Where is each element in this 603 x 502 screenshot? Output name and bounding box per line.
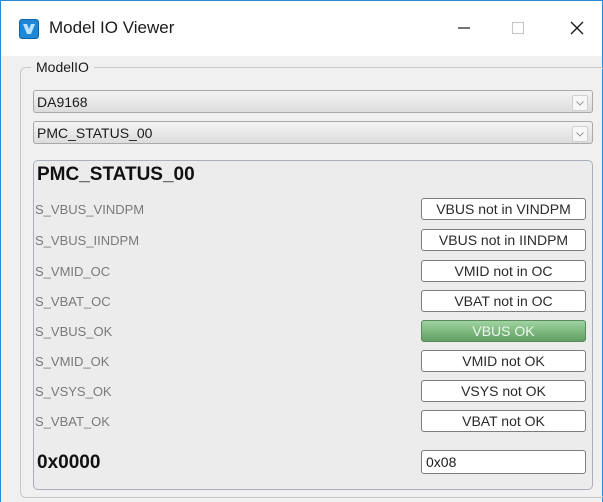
signal-value: VBUS not in IINDPM [421,229,586,251]
chevron-down-icon[interactable] [572,95,588,111]
signal-label: S_VBAT_OK [35,414,110,429]
app-icon [19,19,39,39]
window-content: ModelIO DA9168 PMC_STATUS_00 PMC_STATUS_… [1,56,603,502]
register-select-value: PMC_STATUS_00 [37,125,153,141]
close-button[interactable] [554,9,600,47]
register-hex-value: 0x0000 [37,452,101,473]
signal-value: VSYS not OK [421,380,586,402]
maximize-button[interactable] [495,9,541,47]
signal-label: S_VBUS_VINDPM [35,202,145,217]
maximize-icon [511,21,525,35]
signal-value: VBUS not in VINDPM [421,198,586,220]
signal-value: VMID not OK [421,350,586,372]
signal-label: S_VBUS_OK [35,324,113,339]
signal-label: S_VMID_OK [35,354,110,369]
minimize-icon [458,27,470,29]
title-bar[interactable]: Model IO Viewer [1,1,602,56]
signal-value: VBAT not in OC [421,290,586,312]
signal-value-active: VBUS OK [421,320,586,342]
device-select[interactable]: DA9168 [33,90,593,113]
model-io-viewer-window: Model IO Viewer ModelIO DA9168 PMC_STATU… [0,0,603,502]
signal-label: S_VBUS_IINDPM [35,233,140,248]
close-icon [570,21,584,35]
signal-label: S_VBAT_OC [35,294,111,309]
chevron-down-icon[interactable] [572,126,588,142]
signal-value: VMID not in OC [421,260,586,282]
signal-label: S_VMID_OC [35,264,111,279]
group-legend: ModelIO [31,59,94,75]
signal-value: VBAT not OK [421,410,586,432]
raw-value-input[interactable]: 0x08 [421,450,586,474]
register-select[interactable]: PMC_STATUS_00 [33,121,593,144]
device-select-value: DA9168 [37,94,88,110]
register-title: PMC_STATUS_00 [37,164,195,185]
signal-label: S_VSYS_OK [35,384,112,399]
minimize-button[interactable] [441,9,487,47]
window-title: Model IO Viewer [49,18,175,37]
